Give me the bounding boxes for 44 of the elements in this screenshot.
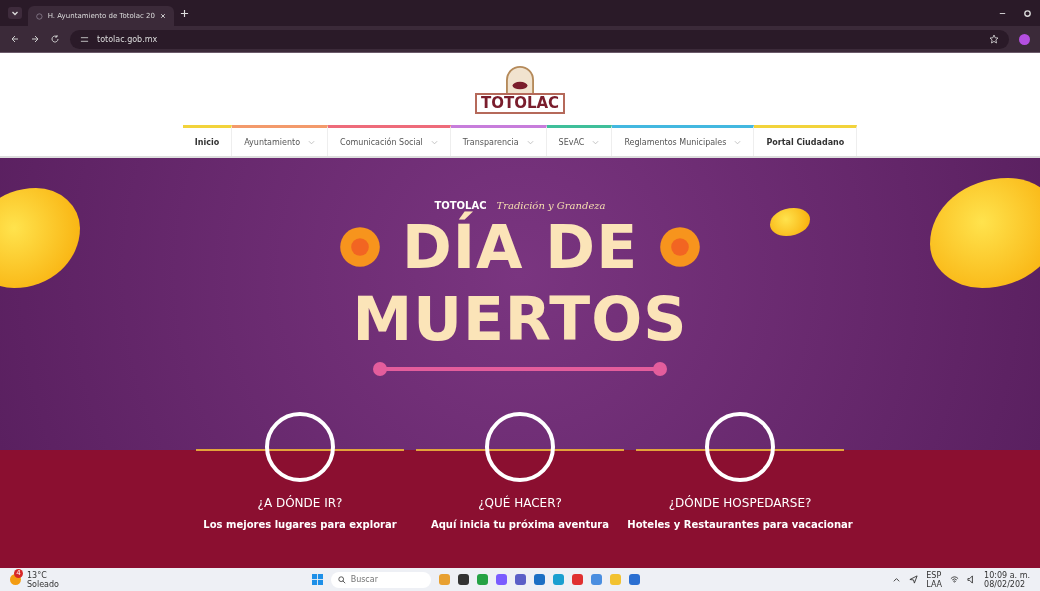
hero-tagline: Tradición y Grandeza	[496, 200, 606, 211]
profile-avatar[interactable]	[1019, 33, 1030, 45]
site-settings-icon[interactable]	[80, 34, 89, 44]
caret-icon	[308, 139, 316, 145]
forward-arrow-icon[interactable]	[30, 34, 40, 44]
language-indicator[interactable]: ESP LAA	[926, 570, 943, 589]
weather-text: Soleado	[27, 579, 59, 589]
hero-title: DÍA DE	[401, 211, 639, 283]
caret-icon	[526, 139, 534, 145]
address-field[interactable]: totolac.gob.mx	[70, 29, 1009, 49]
municipal-logo[interactable]: TOTOLAC	[474, 64, 566, 114]
caret-icon	[430, 139, 438, 145]
new-tab-icon[interactable]	[180, 8, 189, 18]
app-icon[interactable]	[514, 574, 526, 585]
marigold-icon	[337, 225, 382, 269]
feature-title[interactable]: ¿DÓNDE HOSPEDARSE?	[668, 496, 812, 510]
location-arrow-icon[interactable]	[909, 575, 919, 584]
feature-title[interactable]: ¿QUÉ HACER?	[478, 496, 562, 510]
circle-icon[interactable]	[705, 412, 775, 482]
feature-subtitle: Hoteles y Restaurantes para vacacionar	[627, 519, 853, 530]
bookmark-star-icon[interactable]	[989, 34, 999, 44]
circle-icon[interactable]	[485, 412, 555, 482]
start-icon[interactable]	[311, 574, 323, 585]
search-icon	[337, 575, 346, 584]
app-icon[interactable]	[457, 574, 469, 585]
feature-subtitle: Aquí inicia tu próxima aventura	[430, 519, 610, 530]
petal-drawing	[770, 208, 810, 236]
caret-icon	[592, 139, 600, 145]
caret-icon	[734, 139, 742, 145]
taskbar-search-field[interactable]: Buscar	[330, 571, 431, 588]
back-arrow-icon[interactable]	[10, 34, 20, 44]
hero-title: MUERTOS	[352, 283, 688, 355]
marigold-icon	[658, 225, 703, 269]
chevron-up-icon[interactable]	[892, 575, 902, 584]
reload-icon[interactable]	[50, 34, 60, 44]
close-icon[interactable]	[160, 12, 166, 20]
tab-list-icon[interactable]	[8, 7, 22, 19]
feature-subtitle: Los mejores lugares para explorar	[203, 519, 397, 530]
hero-logo-text: TOTOLAC	[434, 200, 487, 211]
temperature-text: 13°C	[27, 570, 48, 580]
circle-icon[interactable]	[265, 412, 335, 482]
feature-title[interactable]: ¿A DÓNDE IR?	[257, 496, 343, 510]
wifi-icon[interactable]	[950, 575, 960, 584]
clock[interactable]: 10:09 a. m. 08/02/202	[984, 570, 1030, 589]
